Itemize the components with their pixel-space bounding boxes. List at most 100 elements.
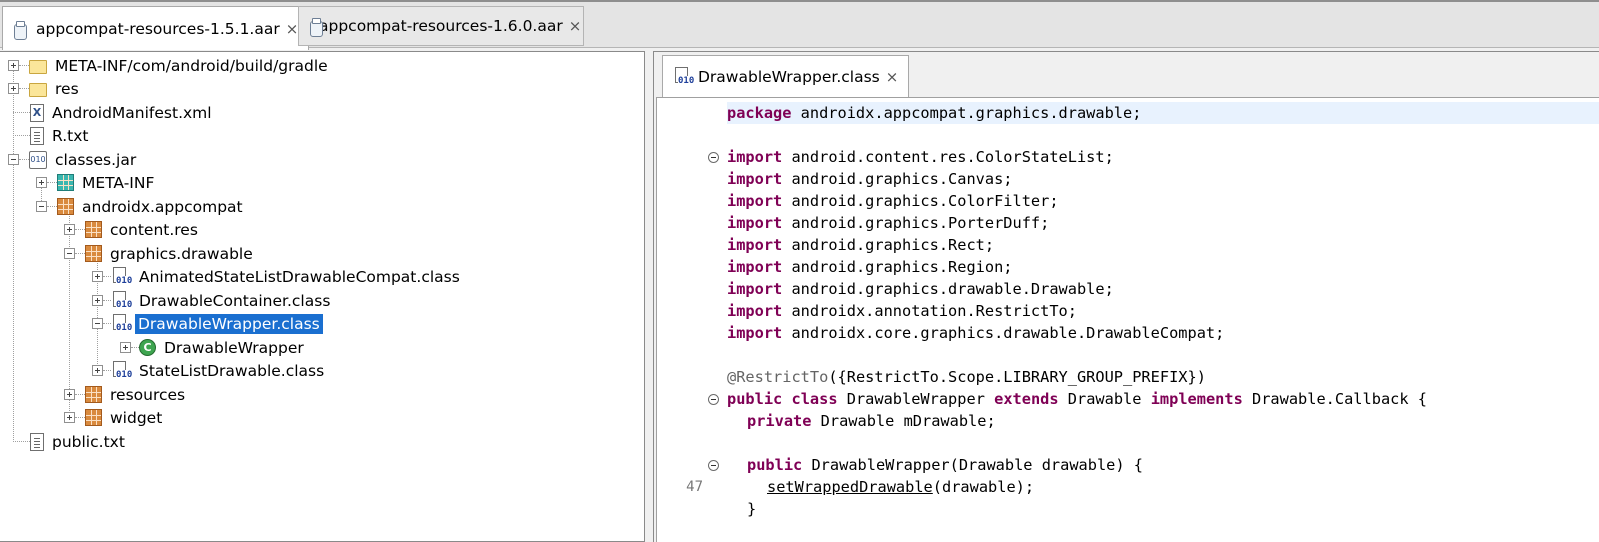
code-line-import: import android.graphics.Canvas; [727,170,1013,188]
package-icon [57,174,74,191]
xml-file-icon: X [30,103,44,122]
tree-item-label: classes.jar [55,150,137,169]
code-line-import: import android.graphics.drawable.Drawabl… [727,280,1114,298]
tree-item-label: content.res [110,220,198,239]
tree-item-label: StateListDrawable.class [139,361,325,380]
tree-item-meta-inf-gradle[interactable]: META-INF/com/android/build/gradle [8,54,328,77]
tree-item-graphics-drawable[interactable]: graphics.drawable [64,242,253,265]
editor-tab-strip: appcompat-resources-1.5.1.aar ⨯ appcompa… [0,0,1599,50]
tree-item-resources[interactable]: resources [64,383,185,406]
package-icon [85,245,102,262]
code-line-import: import android.content.res.ColorStateLis… [727,148,1114,166]
class-icon: C [139,339,156,356]
package-icon [85,221,102,238]
expand-icon[interactable] [8,60,19,71]
collapse-icon[interactable] [8,154,19,165]
tree-item-label: META-INF/com/android/build/gradle [55,56,328,75]
class-file-icon [111,266,133,287]
tree-item-meta-inf[interactable]: META-INF [36,171,154,194]
tree-item-drawable-wrapper[interactable]: C DrawableWrapper [120,336,304,359]
fold-icon[interactable] [708,460,719,471]
tab-appcompat-1-6-0[interactable]: appcompat-resources-1.6.0.aar ⨯ [298,6,584,46]
tree-item-label: graphics.drawable [110,244,253,263]
close-icon[interactable]: ⨯ [569,17,582,35]
tree-item-label: AnimatedStateListDrawableCompat.class [139,267,460,286]
tree-item-androidx-appcompat[interactable]: androidx.appcompat [36,195,243,218]
tree-item-label: R.txt [52,126,89,145]
tree-item-label: resources [110,385,186,404]
code-line-import: import androidx.core.graphics.drawable.D… [727,324,1225,342]
tab-label: appcompat-resources-1.5.1.aar [36,19,280,38]
collapse-icon[interactable] [92,318,103,329]
tree-item-label: androidx.appcompat [82,197,243,216]
text-file-icon [30,432,44,451]
expand-icon[interactable] [92,365,103,376]
close-icon[interactable]: ⨯ [286,20,299,38]
tree-item-public-txt[interactable]: public.txt [13,430,125,453]
collapse-icon[interactable] [36,201,47,212]
code-line-package: package androidx.appcompat.graphics.draw… [727,102,1599,124]
tree-item-android-manifest[interactable]: X AndroidManifest.xml [13,101,212,124]
tree-item-label: public.txt [52,432,125,451]
code-line-import: import android.graphics.ColorFilter; [727,192,1059,210]
class-file-icon [111,360,133,381]
tree-item-label: widget [110,408,163,427]
tab-appcompat-1-5-1[interactable]: appcompat-resources-1.5.1.aar ⨯ [2,6,310,50]
code-line-import: import android.graphics.Rect; [727,236,995,254]
tree-item-label: DrawableContainer.class [139,291,331,310]
class-file-icon [111,290,133,311]
text-file-icon [30,126,44,145]
code-line-import: import android.graphics.PorterDuff; [727,214,1050,232]
code-line-call: setWrappedDrawable(drawable); [767,478,1035,496]
archive-tree: META-INF/com/android/build/gradle res X … [0,51,645,542]
code-line-constructor: public DrawableWrapper(Drawable drawable… [747,456,1144,474]
tree-item-label: AndroidManifest.xml [52,103,212,122]
expand-icon[interactable] [64,412,75,423]
tree-item-res[interactable]: res [8,77,79,100]
archive-icon [13,20,27,40]
code-line-field: private Drawable mDrawable; [747,412,996,430]
tree-item-r-txt[interactable]: R.txt [13,124,88,147]
package-icon [85,409,102,426]
package-icon [85,386,102,403]
tab-label: DrawableWrapper.class [698,67,880,86]
code-line-class-decl: public class DrawableWrapper extends Dra… [727,390,1427,408]
expand-icon[interactable] [120,342,131,353]
tree-item-drawable-wrapper-class[interactable]: DrawableWrapper.class [92,312,323,335]
tree-item-label: res [55,79,79,98]
line-number: 47 [686,479,703,495]
code-line-close-brace: } [747,500,757,518]
tree-item-widget[interactable]: widget [64,406,162,429]
tree-item-state-list-drawable[interactable]: StateListDrawable.class [92,359,324,382]
class-file-icon [673,66,695,87]
code-line-annotation: @RestrictTo({RestrictTo.Scope.LIBRARY_GR… [727,368,1206,386]
tree-item-drawable-container[interactable]: DrawableContainer.class [92,289,330,312]
tree-item-animated-state-list[interactable]: AnimatedStateListDrawableCompat.class [92,265,460,288]
fold-icon[interactable] [708,394,719,405]
expand-icon[interactable] [36,177,47,188]
expand-icon[interactable] [92,271,103,282]
code-editor-panel: DrawableWrapper.class ⨯ package androidx… [653,51,1599,542]
tree-item-label: META-INF [82,173,155,192]
expand-icon[interactable] [92,295,103,306]
expand-icon[interactable] [64,224,75,235]
tree-item-label: DrawableWrapper [164,338,304,357]
class-file-icon [111,313,133,334]
tab-drawable-wrapper-class[interactable]: DrawableWrapper.class ⨯ [662,55,910,97]
tree-item-content-res[interactable]: content.res [64,218,198,241]
code-line-import: import android.graphics.Region; [727,258,1013,276]
folder-icon [29,83,47,97]
collapse-icon[interactable] [64,248,75,259]
expand-icon[interactable] [64,389,75,400]
tree-item-label-selected: DrawableWrapper.class [135,313,323,334]
tree-item-classes-jar[interactable]: 010 classes.jar [8,148,136,171]
fold-icon[interactable] [708,152,719,163]
close-icon[interactable]: ⨯ [886,68,899,86]
package-icon [57,198,74,215]
code-area[interactable]: package androidx.appcompat.graphics.draw… [656,97,1599,542]
code-line-import: import androidx.annotation.RestrictTo; [727,302,1077,320]
folder-icon [29,60,47,74]
jar-file-icon: 010 [29,150,47,169]
tab-label: appcompat-resources-1.6.0.aar [319,17,563,35]
expand-icon[interactable] [8,83,19,94]
